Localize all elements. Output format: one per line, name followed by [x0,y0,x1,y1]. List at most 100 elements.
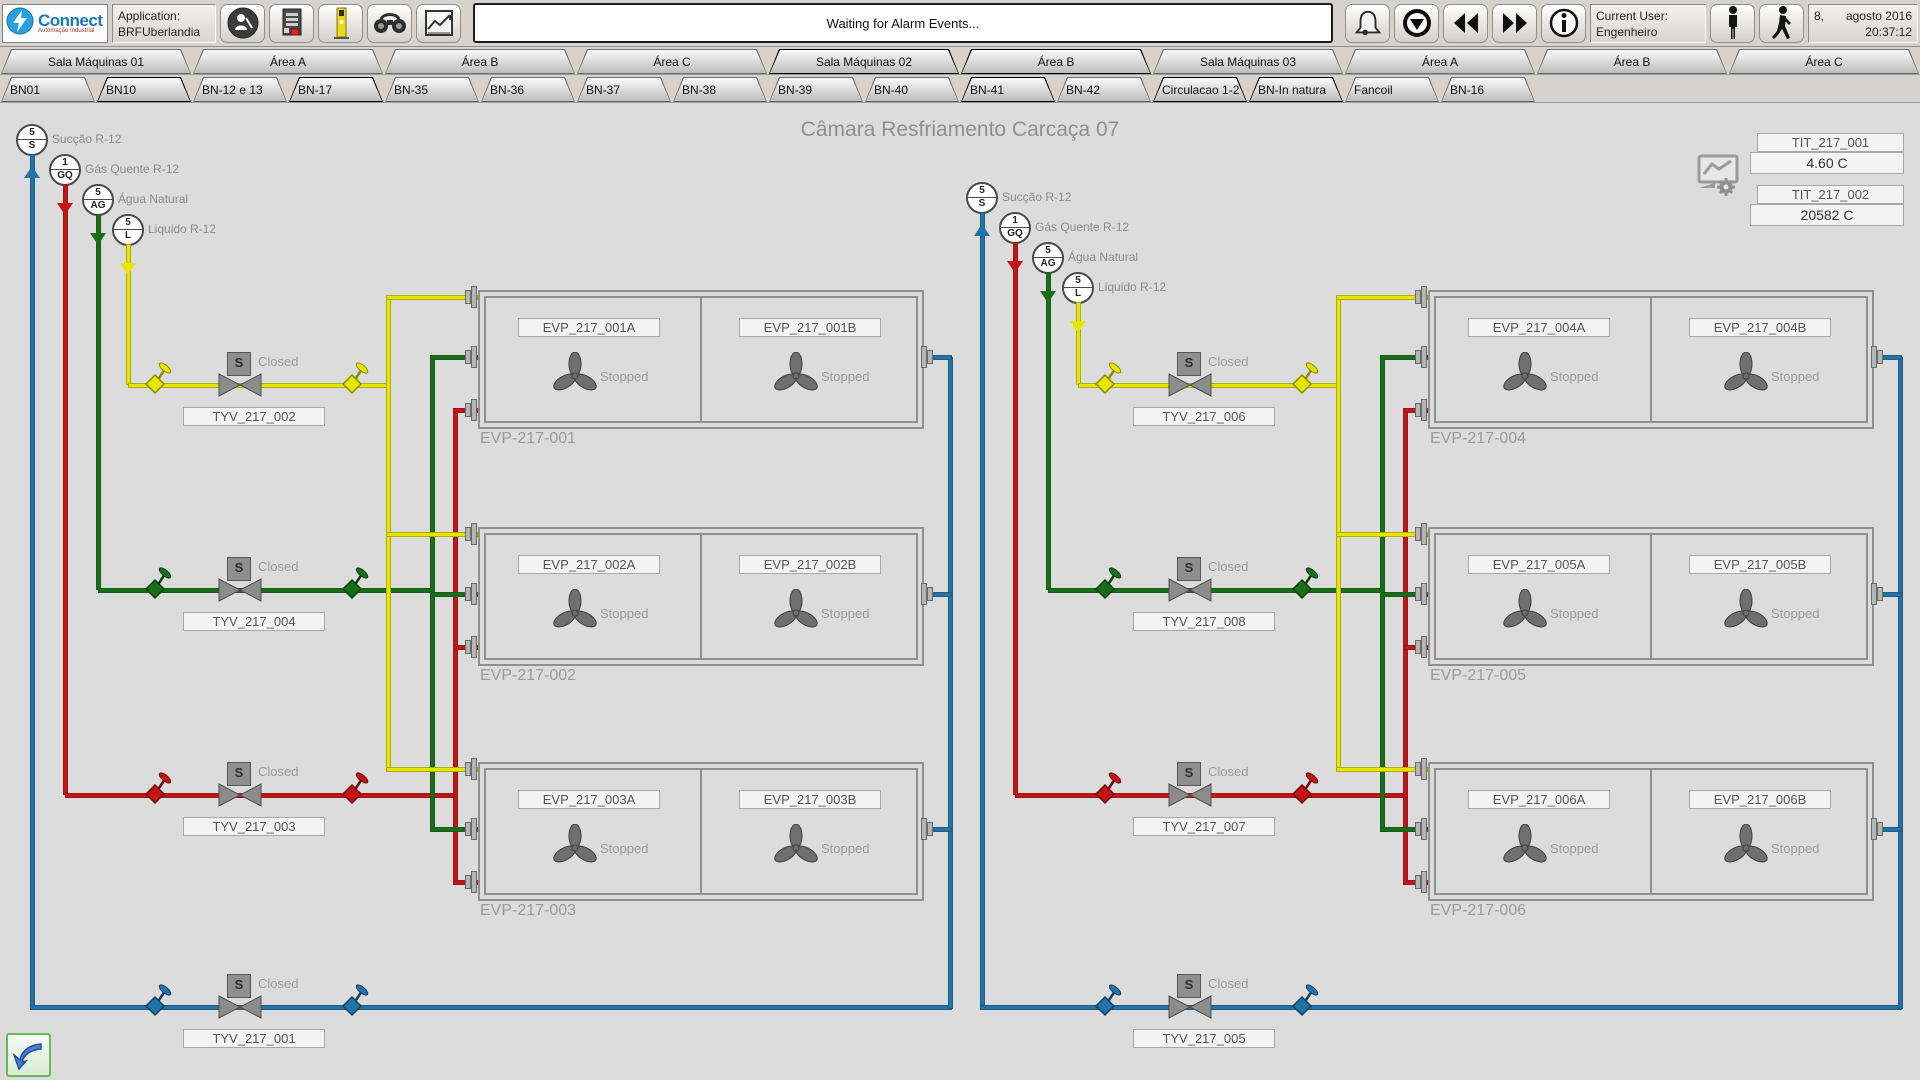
pipe-vertical [96,214,101,590]
auto-valve-icon[interactable] [1168,783,1212,812]
fan-icon[interactable] [1722,589,1770,642]
legend-code: L [114,229,142,243]
pipe-flange [1415,399,1427,426]
manual-valve-icon[interactable] [135,766,175,811]
back-button[interactable] [6,1033,51,1077]
pipe-flange [1415,871,1427,898]
auto-valve-icon[interactable] [1168,578,1212,607]
fan-icon[interactable] [1501,589,1549,642]
pipe-flange [1415,758,1427,785]
auto-valve-icon[interactable] [218,783,262,812]
evaporator-unit [1428,527,1874,666]
flow-arrow-down [57,203,73,215]
manual-valve-icon[interactable] [135,978,175,1023]
fan-icon[interactable] [551,824,599,877]
manual-valve-icon[interactable] [1085,356,1125,401]
fan-icon[interactable] [1501,824,1549,877]
manual-valve-icon[interactable] [1085,978,1125,1023]
manual-valve-icon[interactable] [135,561,175,606]
evaporator-unit [478,290,924,429]
auto-valve-icon[interactable] [218,578,262,607]
pipe-vertical [1013,242,1018,795]
manual-valve-icon[interactable] [1282,978,1322,1023]
fan-icon[interactable] [1722,824,1770,877]
solenoid-actuator[interactable]: S [1177,762,1201,786]
legend-code: L [1064,287,1092,301]
evaporator-cell-tag: EVP_217_005B [1689,555,1831,574]
manual-valve-icon[interactable] [1282,356,1322,401]
legend-code: AG [84,199,112,213]
evaporator-unit [1428,290,1874,429]
legend-text: Água Natural [1068,250,1138,264]
auto-valve-icon[interactable] [1168,995,1212,1024]
fan-icon[interactable] [551,589,599,642]
pipe-flange [1871,583,1883,610]
valve-status-text: Closed [1208,976,1248,991]
evaporator-name: EVP-217-006 [1430,902,1526,920]
manual-valve-icon[interactable] [332,766,372,811]
fan-icon[interactable] [551,352,599,405]
pipe-vertical [1898,357,1903,1009]
evaporator-cell-tag: EVP_217_003A [518,790,660,809]
line-legend-circle: 5S [966,182,998,214]
valve-tag-plate: TYV_217_004 [183,612,325,631]
fan-icon[interactable] [772,352,820,405]
legend-code: GQ [51,169,79,183]
evaporator-cell-divider [700,768,702,895]
auto-valve-icon[interactable] [218,995,262,1024]
evaporator-cell-tag: EVP_217_001A [518,318,660,337]
solenoid-actuator[interactable]: S [1177,352,1201,376]
pipe-flange [465,399,477,426]
pipe-vertical [63,184,68,795]
line-legend-circle: 5L [112,214,144,246]
solenoid-actuator[interactable]: S [227,974,251,998]
evaporator-cell-divider [1650,533,1652,660]
flow-arrow-up [24,166,40,178]
flow-arrow-down [1040,291,1056,303]
solenoid-actuator[interactable]: S [1177,557,1201,581]
manual-valve-icon[interactable] [135,356,175,401]
manual-valve-icon[interactable] [1282,561,1322,606]
legend-text: Gás Quente R-12 [85,162,179,176]
valve-status-text: Closed [258,976,298,991]
flow-arrow-down [120,263,136,275]
pipe-flange [1415,286,1427,313]
valve-tag-plate: TYV_217_003 [183,817,325,836]
evaporator-name: EVP-217-003 [480,902,576,920]
evaporator-unit [1428,762,1874,901]
flow-arrow-down [1070,321,1086,333]
flow-arrow-up [974,224,990,236]
solenoid-actuator[interactable]: S [227,352,251,376]
evaporator-cell-tag: EVP_217_006A [1468,790,1610,809]
flow-arrow-down [1007,261,1023,273]
manual-valve-icon[interactable] [1085,561,1125,606]
manual-valve-icon[interactable] [332,356,372,401]
fan-icon[interactable] [1722,352,1770,405]
solenoid-actuator[interactable]: S [227,762,251,786]
pipe-flange [465,636,477,663]
pipe-flange [465,346,477,373]
fan-status-text: Stopped [821,369,869,384]
manual-valve-icon[interactable] [1282,766,1322,811]
valve-status-text: Closed [258,354,298,369]
fan-icon[interactable] [772,824,820,877]
pipe-flange [1415,346,1427,373]
valve-status-text: Closed [1208,559,1248,574]
pipe-flange [465,583,477,610]
fan-icon[interactable] [1501,352,1549,405]
manual-valve-icon[interactable] [332,978,372,1023]
auto-valve-icon[interactable] [218,373,262,402]
solenoid-actuator[interactable]: S [227,557,251,581]
manual-valve-icon[interactable] [1085,766,1125,811]
process-diagram: 5SSucção R-121GQGás Quente R-125AGÁgua N… [0,0,1920,1080]
manual-valve-icon[interactable] [332,561,372,606]
pipe-flange [465,523,477,550]
scada-window: Connect Automação Industrial Application… [0,0,1920,1080]
legend-number: 5 [1034,244,1062,257]
auto-valve-icon[interactable] [1168,373,1212,402]
solenoid-actuator[interactable]: S [1177,974,1201,998]
pipe-flange [1415,583,1427,610]
valve-tag-plate: TYV_217_007 [1133,817,1275,836]
fan-icon[interactable] [772,589,820,642]
evaporator-name: EVP-217-004 [1430,430,1526,448]
